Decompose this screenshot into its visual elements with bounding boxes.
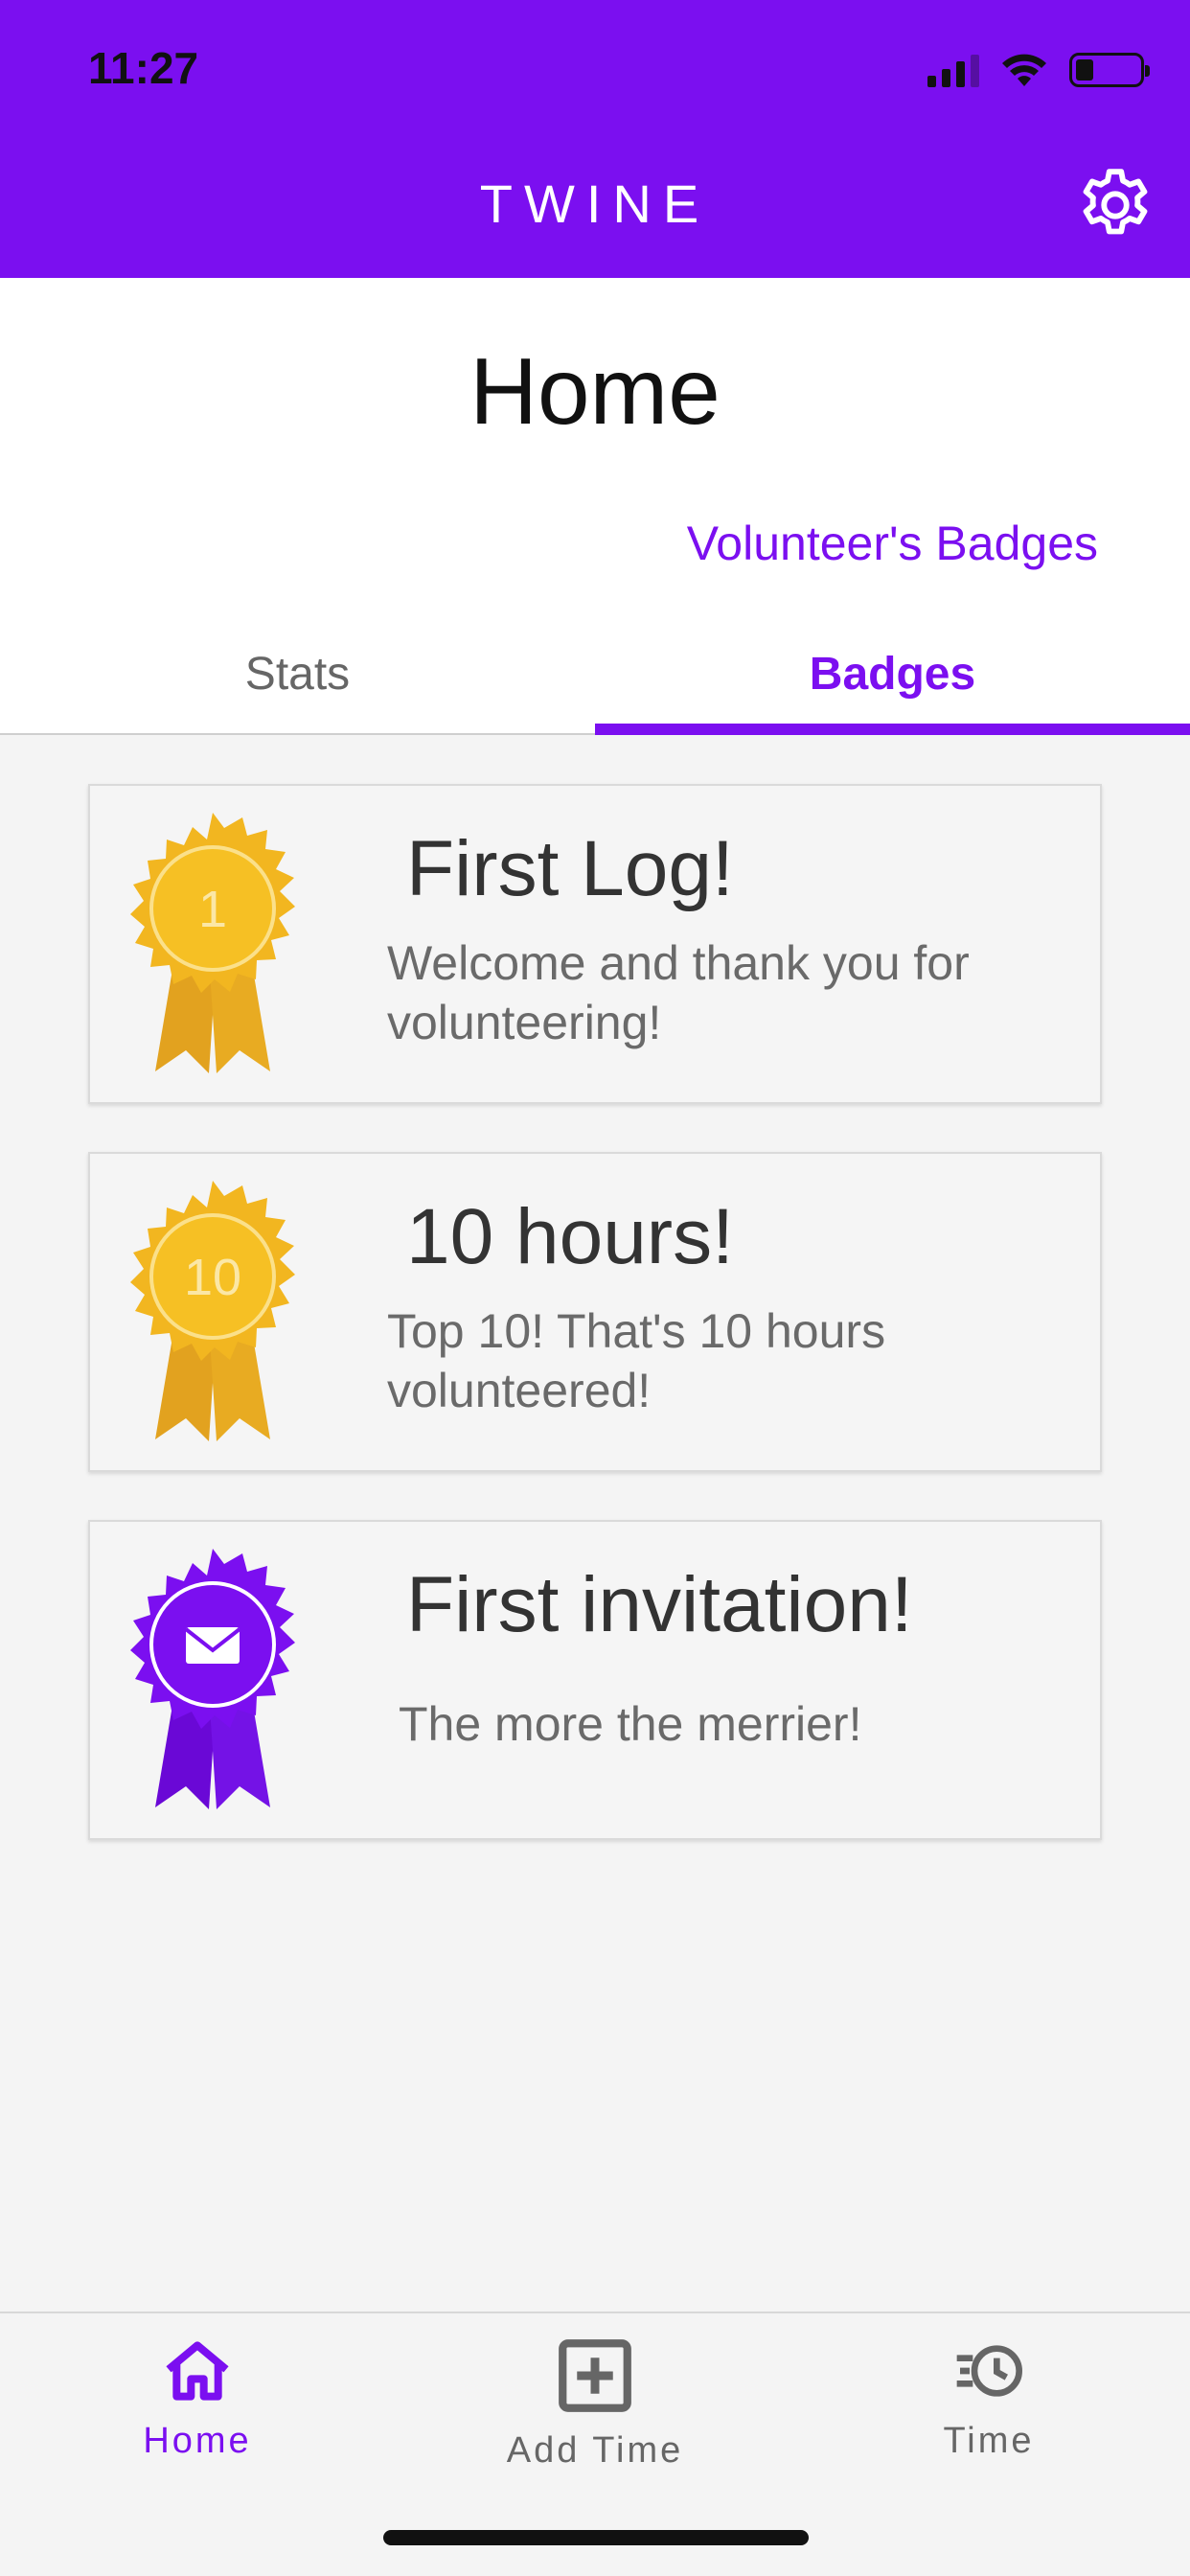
ribbon-label: 10 (184, 1249, 241, 1306)
cellular-signal-icon (927, 53, 979, 87)
add-box-icon (559, 2339, 631, 2412)
purple-ribbon-envelope-icon (130, 1549, 295, 1809)
app-header: 11:27 TWINE (0, 0, 1190, 278)
page-title: Home (469, 338, 721, 444)
badge-card: 1 First Log! Welcome and thank you for v… (88, 784, 1102, 1104)
tab-badges[interactable]: Badges (595, 634, 1190, 735)
wifi-icon (1002, 54, 1046, 86)
badge-list: 1 First Log! Welcome and thank you for v… (88, 784, 1102, 1888)
nav-label: Home (143, 2421, 252, 2461)
nav-label: Add Time (506, 2430, 684, 2471)
badge-title: First invitation! (406, 1561, 913, 1648)
status-icons (927, 52, 1150, 88)
badge-title: First Log! (406, 825, 734, 912)
status-time: 11:27 (88, 43, 199, 93)
nav-label: Time (943, 2421, 1035, 2461)
badge-title: 10 hours! (406, 1193, 734, 1280)
history-icon (956, 2345, 1022, 2397)
badge-description: Top 10! That's 10 hours volunteered! (387, 1304, 886, 1417)
ribbon-label: 1 (198, 881, 227, 938)
badge-description: Welcome and thank you for volunteering! (387, 936, 970, 1049)
gold-ribbon-10-icon: 10 (130, 1181, 295, 1441)
tab-stats[interactable]: Stats (0, 634, 595, 733)
page-header: Home Volunteer's Badges Stats Badges (0, 278, 1190, 735)
battery-icon (1069, 53, 1150, 87)
nav-add-time[interactable]: Add Time (451, 2333, 739, 2472)
nav-home[interactable]: Home (54, 2333, 341, 2462)
settings-gear-icon[interactable] (1073, 163, 1157, 247)
nav-time[interactable]: Time (845, 2333, 1133, 2462)
gold-ribbon-1-icon: 1 (130, 813, 295, 1073)
home-indicator[interactable] (383, 2530, 809, 2545)
section-label: Volunteer's Badges (686, 517, 1098, 570)
tab-bar: Stats Badges (0, 634, 1190, 735)
app-title: TWINE (479, 173, 711, 234)
badge-description: The more the merrier! (399, 1697, 862, 1751)
badge-card: 10 10 hours! Top 10! That's 10 hours vol… (88, 1152, 1102, 1472)
badge-card: First invitation! The more the merrier! (88, 1520, 1102, 1840)
home-icon (166, 2341, 229, 2401)
